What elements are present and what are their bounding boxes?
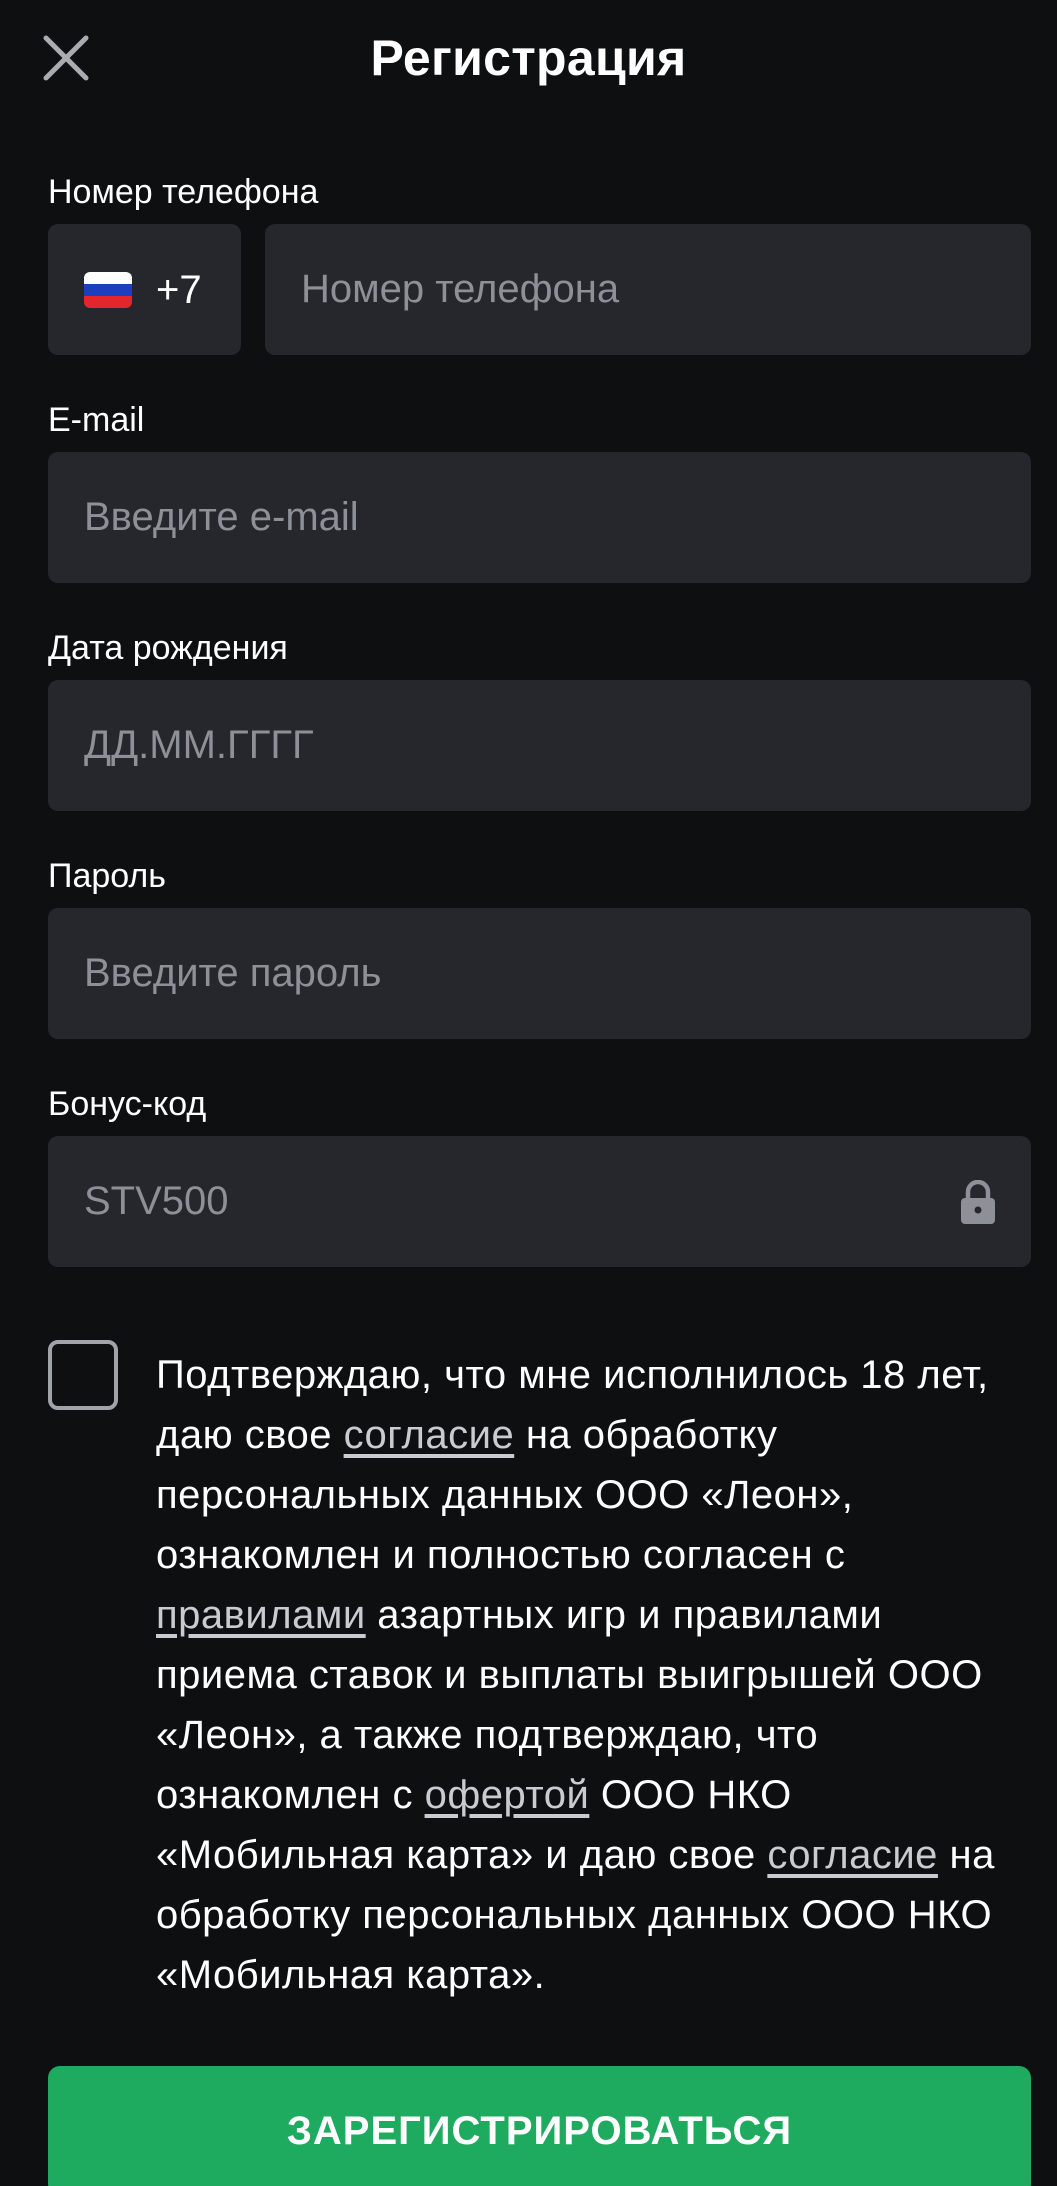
phone-label: Номер телефона <box>48 173 319 211</box>
password-input[interactable] <box>84 908 944 1039</box>
consent-checkbox[interactable] <box>48 1340 118 1410</box>
offer-link[interactable]: офертой <box>425 1773 590 1817</box>
birthdate-input[interactable] <box>84 680 944 811</box>
email-field[interactable] <box>48 452 1031 583</box>
bonus-code-input <box>84 1136 944 1267</box>
email-label: E-mail <box>48 401 145 439</box>
page-title: Регистрация <box>370 30 687 86</box>
country-code: +7 <box>156 268 202 312</box>
header: Регистрация <box>0 0 1057 120</box>
lock-icon <box>959 1180 997 1224</box>
password-field[interactable] <box>48 908 1031 1039</box>
consent-text: Подтверждаю, что мне исполнилось 18 лет,… <box>156 1345 1016 2005</box>
birthdate-label: Дата рождения <box>48 629 288 667</box>
bonus-code-field <box>48 1136 1031 1267</box>
birthdate-field[interactable] <box>48 680 1031 811</box>
rules-link[interactable]: правилами <box>156 1593 366 1637</box>
phone-input[interactable] <box>301 224 1057 355</box>
bonus-code-label: Бонус-код <box>48 1085 207 1123</box>
email-input[interactable] <box>84 452 944 583</box>
register-button[interactable]: ЗАРЕГИСТРИРОВАТЬСЯ <box>48 2066 1031 2186</box>
consent-link-mobile-card[interactable]: согласие <box>767 1833 938 1877</box>
russia-flag-icon <box>84 272 132 308</box>
consent-link-personal-data[interactable]: согласие <box>344 1413 515 1457</box>
password-label: Пароль <box>48 857 166 895</box>
phone-field[interactable] <box>265 224 1057 355</box>
country-code-selector[interactable]: +7 <box>48 224 241 355</box>
